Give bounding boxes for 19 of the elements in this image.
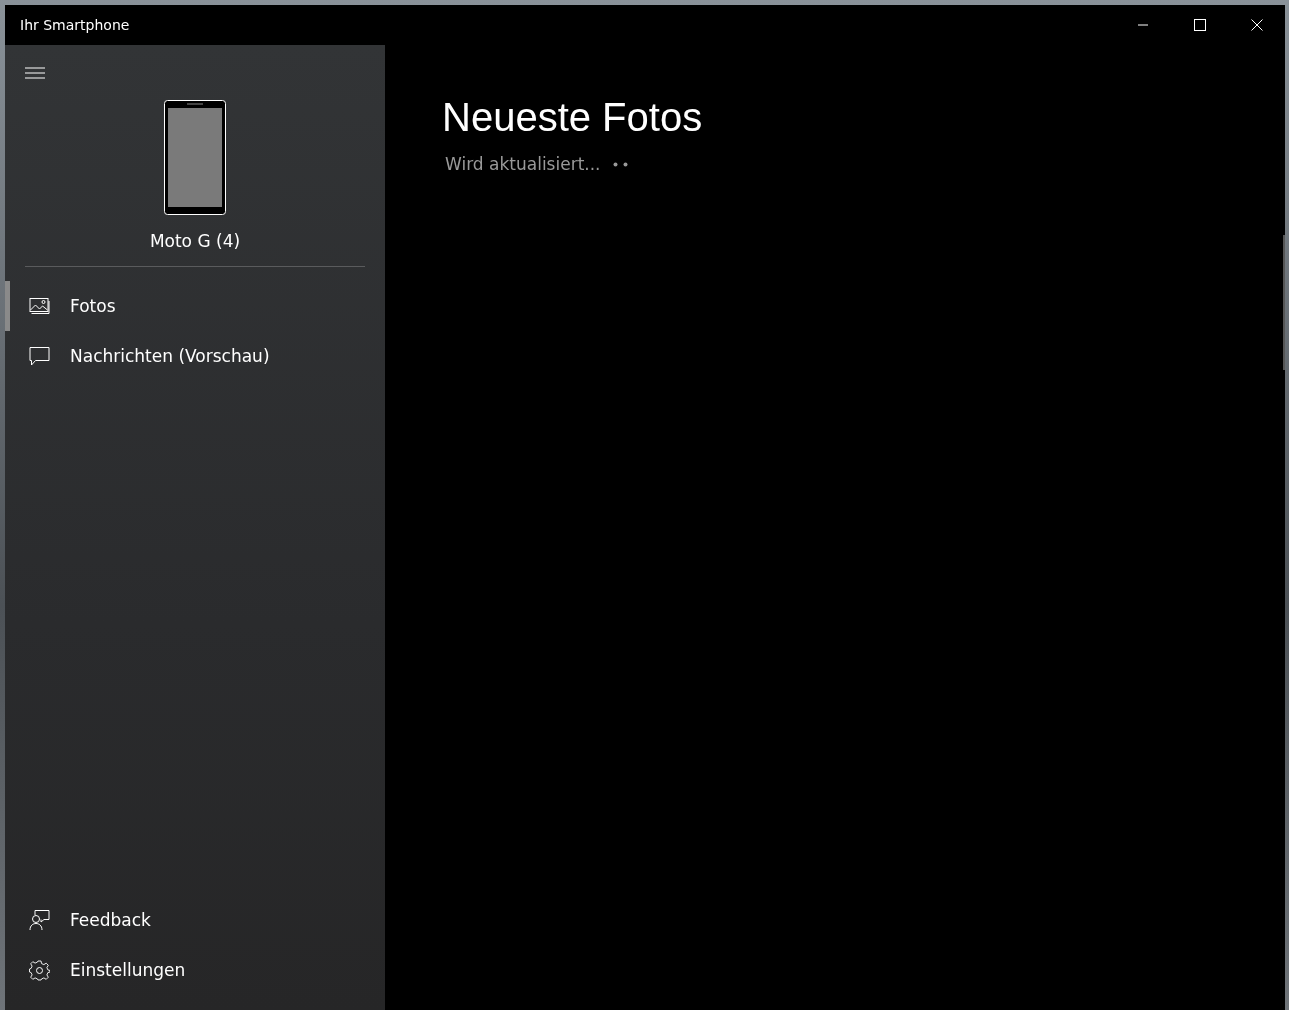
close-icon: [1250, 19, 1263, 31]
loading-dots-icon: [612, 161, 630, 167]
maximize-icon: [1193, 19, 1206, 31]
chat-icon: [29, 346, 50, 366]
status-text: Wird aktualisiert...: [445, 154, 601, 174]
menu-icon: [25, 67, 45, 79]
phone-icon: [164, 100, 226, 215]
person-feedback-icon: [29, 909, 50, 931]
device-name: Moto G (4): [149, 231, 241, 251]
page-heading: Neueste Fotos: [442, 95, 704, 140]
nav-item[interactable]: Einstellungen: [5, 945, 385, 995]
image-icon: [29, 298, 50, 314]
nav-item[interactable]: Feedback: [5, 895, 385, 945]
scrollbar-thumb[interactable]: [1283, 235, 1285, 370]
settings-icon: [29, 959, 50, 981]
menu-button[interactable]: [25, 67, 45, 79]
window-title: Ihr Smartphone: [19, 17, 130, 33]
nav-item[interactable]: Nachrichten (Vorschau): [5, 331, 385, 381]
nav-item[interactable]: Fotos: [5, 281, 385, 331]
